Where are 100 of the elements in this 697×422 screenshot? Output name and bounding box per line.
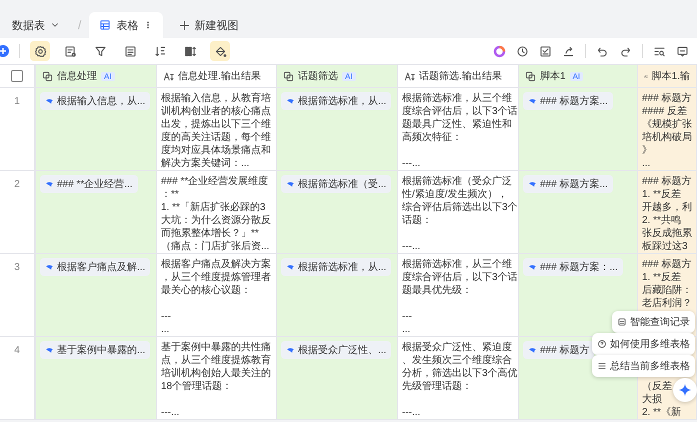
ai-result-chip[interactable]: 根据客户痛点及解...	[40, 258, 150, 276]
cell-text: ### 标题方	[642, 258, 692, 271]
cell-text: ---...	[402, 240, 420, 253]
ai-result-chip[interactable]: ### **企业经营...	[40, 175, 138, 193]
cell-text: 18个管理话题：	[161, 380, 232, 393]
ai-result-chip[interactable]: 根据输入信息，从...	[40, 92, 150, 110]
cell-text: 大损	[642, 393, 662, 406]
paint-bucket-icon	[214, 44, 226, 58]
ai-result-chip[interactable]: ### 标题方案...	[523, 175, 613, 193]
cell-text: 分析，筛选出以下3个高优	[402, 367, 518, 380]
cell-text: 根据筛选标准，从三个维	[402, 92, 512, 105]
ai-result-chip[interactable]: 根据筛选标准（受...	[281, 175, 392, 193]
link-icon	[525, 70, 536, 82]
suggestion-popup-menu[interactable]: 智能查询记录	[612, 311, 695, 333]
cell-text: ### 标题方	[642, 92, 692, 105]
column-header[interactable]: 信息处理.输出结果	[157, 65, 277, 88]
cell-text: ---...	[161, 406, 180, 419]
cell-text: 2. **共鸣	[642, 214, 681, 227]
checklist-icon[interactable]	[539, 44, 552, 58]
link-icon	[42, 70, 53, 82]
field-settings-icon	[64, 44, 76, 58]
cell-text: 《规模扩张	[642, 118, 692, 131]
cell-text: 板踩过这3	[642, 240, 688, 253]
ai-result-chip[interactable]: 根据筛选标准，从...	[281, 92, 392, 110]
cell-text: 》	[642, 144, 652, 157]
ai-badge: AI	[342, 72, 356, 80]
ai-result-chip[interactable]: 根据筛选标准，从...	[281, 258, 392, 276]
cell-text: 点，从三个维度提炼教育	[161, 354, 271, 367]
cell-text: 1. **反差	[642, 188, 681, 201]
undo-icon[interactable]	[596, 44, 609, 58]
cell-text: ### **企业经营发展维度	[161, 175, 268, 188]
text-field-icon	[163, 70, 174, 82]
cell-text: 度综合评估后，以下3个话	[402, 271, 518, 284]
suggestion-popup-menu[interactable]: 如何使用多维表格	[592, 333, 695, 355]
column-header[interactable]: 脚本1 AI	[519, 65, 638, 88]
cell-text: ：**	[161, 188, 179, 201]
view-tab[interactable]: 表格	[89, 12, 164, 38]
clock-icon[interactable]	[516, 44, 529, 58]
cell-text: ，从三个维度提炼管理者	[161, 271, 271, 284]
toolbar-tool[interactable]	[30, 41, 50, 61]
ai-result-chip[interactable]: ### 标题方	[523, 341, 594, 359]
cell-text: 、发生频次三个维度综合	[402, 354, 512, 367]
column-header[interactable]: 信息处理 AI	[36, 65, 157, 88]
row-number: 3	[0, 254, 36, 337]
cell-text: ---...	[402, 406, 420, 419]
redo-icon[interactable]	[619, 44, 632, 58]
text-field-icon	[404, 70, 415, 82]
cell-text: 后藏陷阱：	[642, 284, 692, 297]
cell-text: ...	[402, 323, 410, 336]
row-height-icon	[184, 44, 196, 58]
cell-text: （痛点：门店扩张后资...	[161, 240, 270, 253]
cell-text: 话题：	[402, 214, 432, 227]
column-header[interactable]: 话题筛选 AI	[277, 65, 398, 88]
link-icon	[283, 70, 294, 82]
row-number: 1	[0, 88, 36, 171]
select-all-checkbox[interactable]	[11, 70, 23, 82]
cell-text: 根据筛选标准，从三个维	[402, 258, 512, 271]
ring-icon[interactable]	[493, 44, 506, 58]
cell-text: 根据客户痛点及解决方案	[161, 258, 271, 271]
view-tab[interactable]: 数据表	[2, 12, 70, 38]
cell-text: 根据输入信息，从教育培	[161, 92, 271, 105]
cell-text: 张反成拖累	[642, 227, 692, 240]
cell-text: 出发，提炼出以下三个维	[161, 118, 271, 131]
cell-text: 先级管理话题：	[402, 380, 472, 393]
ai-badge: AI	[570, 72, 584, 80]
add-icon[interactable]	[0, 45, 9, 57]
list-icon	[617, 317, 627, 327]
cell-text: ...	[161, 323, 170, 336]
lines-icon	[597, 361, 607, 371]
ai-badge: AI	[101, 72, 115, 80]
suggestion-popup-menu[interactable]: 总结当前多维表格	[592, 355, 695, 377]
cell-text: 大坑：为什么资源分散反	[161, 214, 271, 227]
ai-result-chip[interactable]: 基于案例中暴露的...	[40, 341, 150, 359]
column-header[interactable]: 话题筛选.输出结果	[398, 65, 519, 88]
cell-text: 解决方案关键词：...	[161, 157, 250, 170]
ai-result-chip[interactable]: ### 标题方案...	[523, 92, 613, 110]
plus-icon	[179, 20, 190, 30]
question-icon	[597, 339, 607, 349]
row-number: 4	[0, 337, 36, 420]
cell-text: 培训机构创始人最关注的	[161, 367, 271, 380]
cell-text: 1. **「新店扩张必踩的3	[161, 201, 266, 214]
cell-text: 高频次特征：	[402, 131, 462, 144]
cell-text: 性/紧迫度/发生频次），	[402, 188, 508, 201]
comment-icon[interactable]	[676, 44, 689, 58]
cell-text: 最关心的核心议题：	[161, 284, 251, 297]
search-list-icon[interactable]	[653, 44, 666, 58]
cell-text: 根据筛选标准（受众广泛	[402, 175, 512, 188]
column-header[interactable]: 脚本1.输	[638, 65, 697, 88]
cell-text: #### 反差	[642, 105, 688, 118]
ai-result-chip[interactable]: ### 标题方案：...	[523, 258, 623, 276]
cell-text: ---	[402, 310, 412, 323]
grid-icon	[99, 19, 112, 31]
row-number: 2	[0, 171, 36, 254]
toolbar-tool[interactable]	[210, 41, 230, 61]
filter-icon	[94, 44, 106, 58]
share-icon[interactable]	[562, 44, 575, 58]
ai-result-chip[interactable]: 根据受众广泛性、...	[281, 341, 392, 359]
cell-text: 而拖累整体增长？」**	[161, 227, 259, 240]
cell-text: 度的高关注话题，每个维	[161, 131, 271, 144]
new-view-button[interactable]: 新建视图	[171, 12, 246, 38]
